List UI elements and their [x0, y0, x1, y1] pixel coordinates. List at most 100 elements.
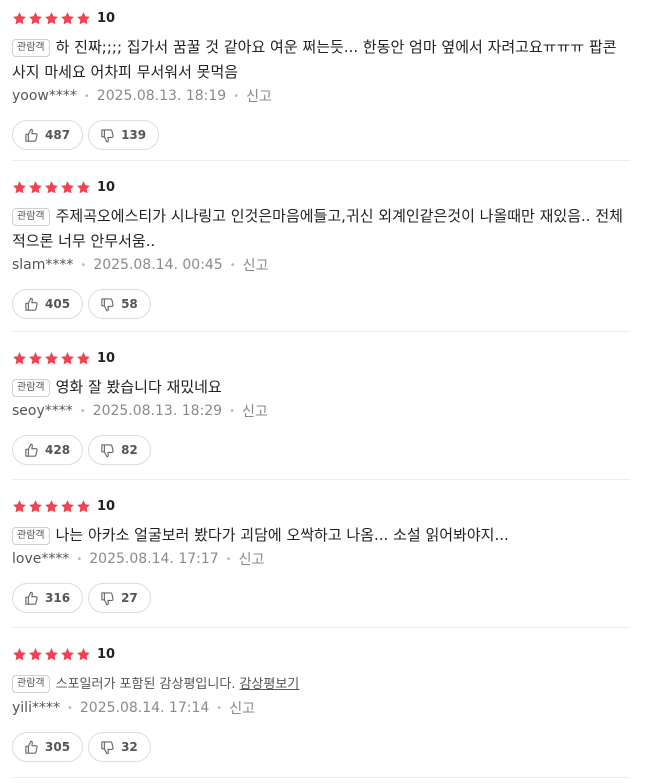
review-meta: love**** • 2025.08.14. 17:17 • 신고	[12, 549, 630, 569]
separator-dot: •	[76, 553, 83, 565]
review-body: 관람객 주제곡오에스티가 시나링고 인것은마음에들고,귀신 외계인같은것이 나올때…	[12, 204, 630, 254]
separator-dot: •	[233, 90, 240, 102]
star-rating	[12, 180, 91, 195]
star-icon	[12, 11, 27, 26]
star-rating	[12, 647, 91, 662]
vote-actions: 405 58	[12, 289, 630, 335]
review-body: 관람객 영화 잘 봤습니다 재밌네요	[12, 375, 630, 400]
dislike-button[interactable]: 82	[88, 435, 151, 465]
dislike-button[interactable]: 32	[88, 732, 151, 762]
rating-score: 10	[97, 10, 116, 26]
like-button[interactable]: 487	[12, 120, 84, 150]
review-body: 관람객 하 진짜;;;; 집가서 꿈꿀 것 같아요 여운 쩌는듯... 한동안 엄…	[12, 35, 630, 85]
review-list: 10 관람객 하 진짜;;;; 집가서 꿈꿀 것 같아요 여운 쩌는듯... 한동…	[0, 0, 648, 778]
review-meta: slam**** • 2025.08.14. 00:45 • 신고	[12, 255, 630, 275]
review-meta: yili**** • 2025.08.14. 17:14 • 신고	[12, 698, 630, 718]
audience-badge: 관람객	[12, 527, 50, 545]
star-icon	[76, 499, 91, 514]
username: love****	[12, 551, 70, 567]
star-icon	[12, 499, 27, 514]
like-button[interactable]: 305	[12, 732, 84, 762]
star-icon	[12, 180, 27, 195]
separator-dot: •	[229, 405, 235, 417]
separator-dot: •	[225, 553, 232, 565]
review-text: 하 진짜;;;; 집가서 꿈꿀 것 같아요 여운 쩌는듯... 한동안 엄마 옆…	[12, 38, 617, 81]
star-icon	[28, 180, 43, 195]
audience-badge: 관람객	[12, 675, 50, 693]
report-link[interactable]: 신고	[239, 549, 265, 569]
review-text: 주제곡오에스티가 시나링고 인것은마음에들고,귀신 외계인같은것이 나올때만 재…	[12, 207, 623, 250]
star-icon	[44, 351, 59, 366]
username: yoow****	[12, 88, 77, 104]
review-date: 2025.08.13. 18:19	[96, 88, 227, 104]
rating: 10	[12, 628, 630, 662]
thumbs-up-icon	[25, 443, 38, 457]
dislike-count: 27	[121, 591, 138, 605]
star-icon	[60, 647, 75, 662]
thumbs-down-icon	[101, 297, 114, 311]
rating-score: 10	[97, 498, 116, 514]
thumbs-down-icon	[101, 591, 114, 605]
thumbs-up-icon	[25, 591, 38, 605]
separator-dot: •	[83, 90, 90, 102]
star-icon	[60, 180, 75, 195]
audience-badge: 관람객	[12, 39, 50, 57]
like-button[interactable]: 316	[12, 583, 84, 613]
spoiler-notice: 스포일러가 포함된 감상평입니다.	[55, 677, 236, 692]
report-link[interactable]: 신고	[242, 401, 268, 421]
thumbs-down-icon	[101, 740, 114, 754]
star-icon	[28, 499, 43, 514]
star-icon	[44, 11, 59, 26]
star-icon	[60, 499, 75, 514]
review-item: 10 관람객 스포일러가 포함된 감상평입니다. 감상평보기 yili**** • …	[12, 628, 630, 778]
rating-score: 10	[97, 350, 116, 366]
view-spoiler-link[interactable]: 감상평보기	[239, 677, 299, 692]
separator-dot: •	[229, 259, 236, 271]
separator-dot: •	[66, 702, 73, 714]
star-icon	[44, 647, 59, 662]
audience-badge: 관람객	[12, 208, 50, 226]
vote-actions: 428 82	[12, 435, 630, 481]
like-count: 305	[45, 740, 71, 754]
review-meta: seoy**** • 2025.08.13. 18:29 • 신고	[12, 401, 630, 421]
star-rating	[12, 499, 91, 514]
rating: 10	[12, 480, 630, 514]
review-meta: yoow**** • 2025.08.13. 18:19 • 신고	[12, 86, 630, 106]
star-icon	[76, 647, 91, 662]
vote-actions: 305 32	[12, 732, 630, 778]
report-link[interactable]: 신고	[243, 255, 269, 275]
like-count: 428	[45, 443, 71, 457]
dislike-button[interactable]: 58	[88, 289, 151, 319]
thumbs-up-icon	[25, 128, 38, 142]
separator-dot: •	[216, 702, 223, 714]
like-count: 487	[45, 128, 71, 142]
review-item: 10 관람객 나는 아카소 얼굴보러 봤다가 괴담에 오싹하고 나옴... 소설 …	[12, 480, 630, 628]
thumbs-down-icon	[101, 443, 114, 457]
star-rating	[12, 351, 91, 366]
star-icon	[28, 647, 43, 662]
dislike-button[interactable]: 139	[88, 120, 160, 150]
report-link[interactable]: 신고	[246, 86, 272, 106]
review-text: 영화 잘 봤습니다 재밌네요	[55, 378, 222, 396]
like-button[interactable]: 405	[12, 289, 84, 319]
dislike-count: 58	[121, 297, 138, 311]
star-icon	[28, 351, 43, 366]
vote-actions: 487 139	[12, 120, 630, 166]
star-icon	[76, 11, 91, 26]
username: yili****	[12, 700, 60, 716]
star-icon	[44, 499, 59, 514]
dislike-button[interactable]: 27	[88, 583, 151, 613]
like-button[interactable]: 428	[12, 435, 84, 465]
star-icon	[76, 180, 91, 195]
rating: 10	[12, 0, 630, 26]
separator-dot: •	[80, 259, 87, 271]
report-link[interactable]: 신고	[229, 698, 255, 718]
review-item: 10 관람객 하 진짜;;;; 집가서 꿈꿀 것 같아요 여운 쩌는듯... 한동…	[12, 0, 630, 161]
star-icon	[12, 647, 27, 662]
review-date: 2025.08.14. 17:14	[79, 700, 210, 716]
dislike-count: 32	[121, 740, 138, 754]
star-icon	[44, 180, 59, 195]
username: seoy****	[12, 403, 73, 419]
rating-score: 10	[97, 646, 116, 662]
star-icon	[28, 11, 43, 26]
